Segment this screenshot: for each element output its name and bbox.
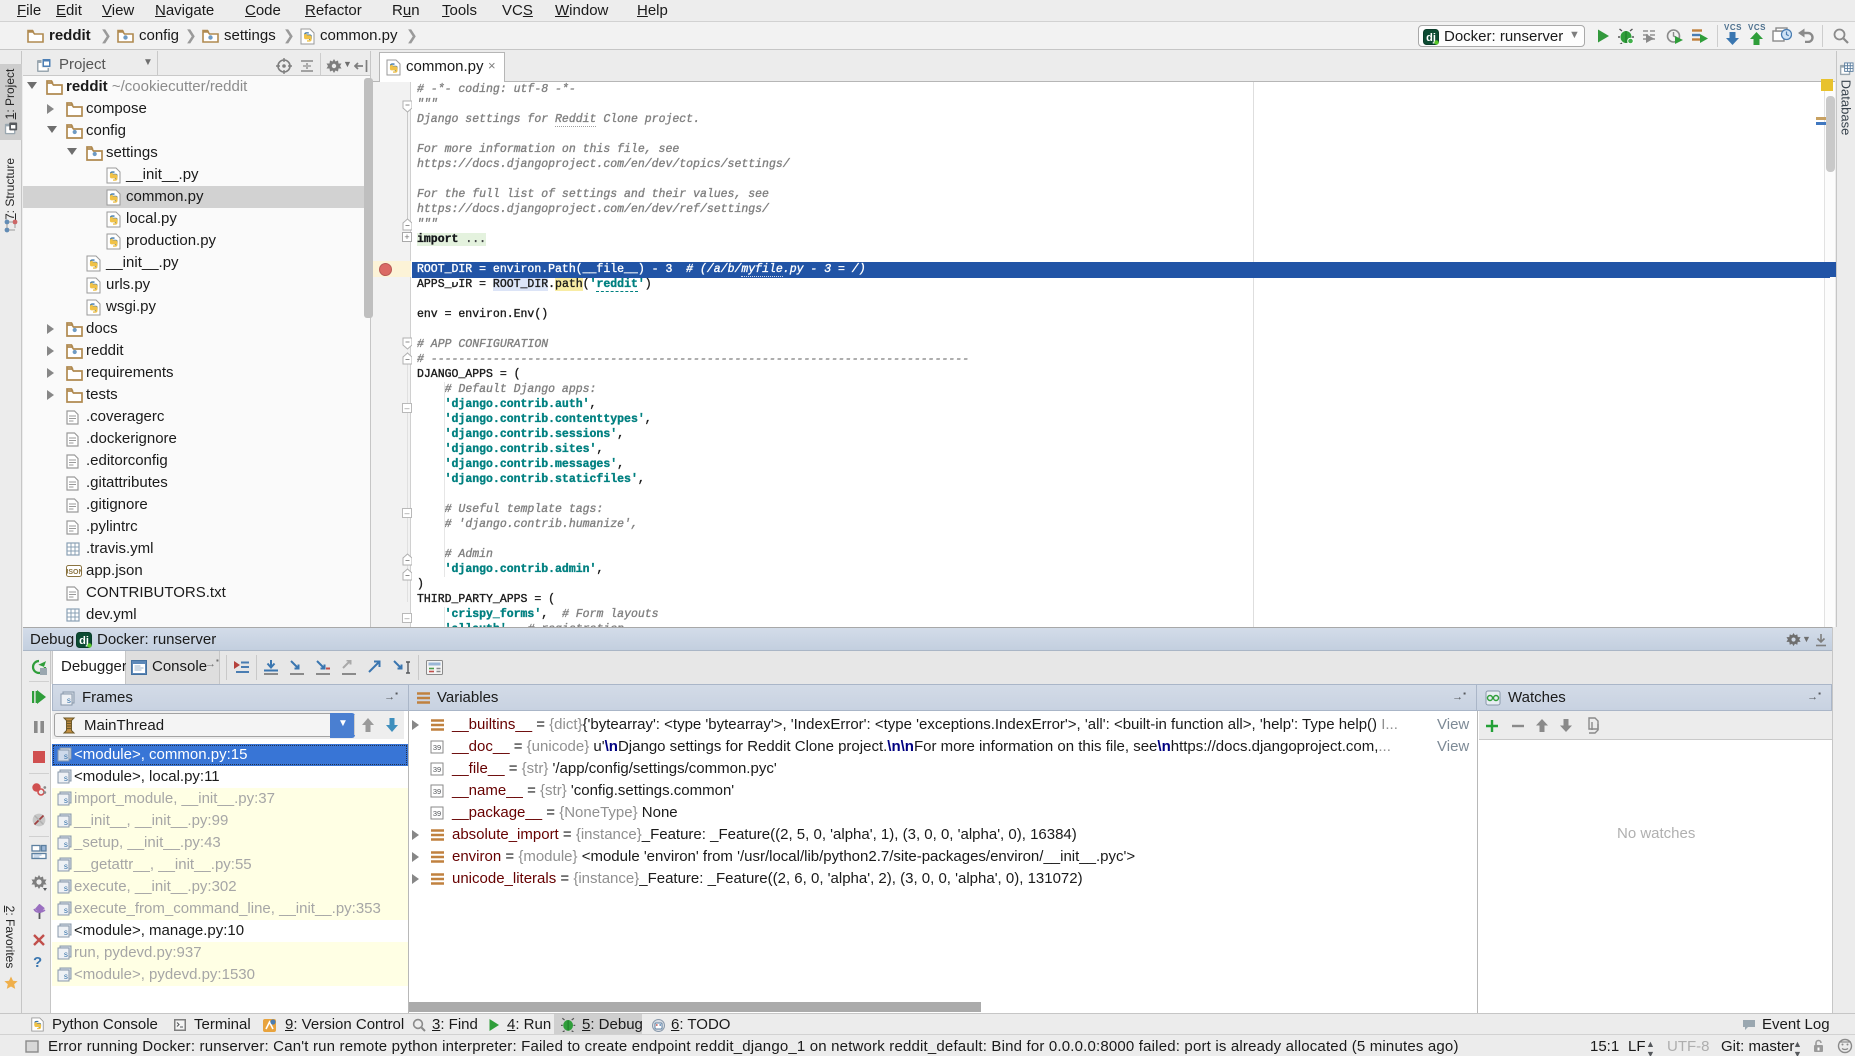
svg-text:JSON: JSON xyxy=(66,569,82,576)
svg-text:s: s xyxy=(64,929,69,938)
svg-text:39: 39 xyxy=(433,743,441,752)
svg-text:s: s xyxy=(64,775,69,784)
svg-text:s: s xyxy=(64,841,69,850)
svg-text:39: 39 xyxy=(433,809,441,818)
svg-text:s: s xyxy=(64,951,69,960)
svg-text:s: s xyxy=(67,697,72,706)
svg-text:s: s xyxy=(64,753,69,762)
svg-text:s: s xyxy=(64,819,69,828)
svg-text:s: s xyxy=(64,863,69,872)
svg-text:s: s xyxy=(64,885,69,894)
svg-text:39: 39 xyxy=(433,787,441,796)
svg-text:s: s xyxy=(64,973,69,982)
svg-text:s: s xyxy=(64,797,69,806)
svg-text:39: 39 xyxy=(433,765,441,774)
svg-text:s: s xyxy=(64,907,69,916)
